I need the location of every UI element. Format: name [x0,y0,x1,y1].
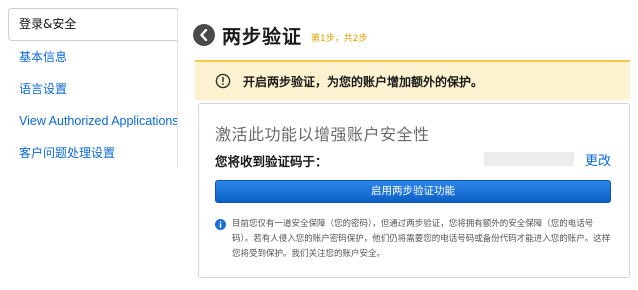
phone-number-value [484,152,574,166]
banner-text: 开启两步验证，为您的账户增加额外的保护。 [243,74,484,89]
sidebar-item-login-security[interactable]: 登录&安全 [8,8,178,41]
sidebar-item-customer-issue-settings[interactable]: 客户问题处理设置 [8,137,178,169]
sidebar-item-authorized-applications[interactable]: View Authorized Applications [8,105,179,137]
warning-banner: 开启两步验证，为您的账户增加额外的保护。 [195,60,630,100]
activation-card: 激活此功能以增强账户安全性 您将收到验证码于： 更改 启用两步验证功能 目前您仅… [198,103,630,278]
chevron-left-icon [200,29,208,41]
verification-code-label: 您将收到验证码于： [215,154,328,169]
card-title: 激活此功能以增强账户安全性 [215,125,430,144]
step-indicator: 第1步，共2步 [311,33,368,44]
sidebar-item-basic-info[interactable]: 基本信息 [8,41,178,73]
page-header: 两步验证 第1步，共2步 [193,22,367,48]
sidebar-item-language-settings[interactable]: 语言设置 [8,73,178,105]
sidebar: 登录&安全 基本信息 语言设置 View Authorized Applicat… [8,8,179,169]
info-text: 目前您仅有一道安全保障（您的密码），但通过两步验证，您将拥有额外的安全保障（您的… [232,219,611,259]
back-button[interactable] [193,24,215,46]
warning-circle-icon [215,73,231,89]
enable-two-step-button[interactable]: 启用两步验证功能 [215,180,611,203]
sidebar-divider [177,8,178,168]
page-title: 两步验证 [222,25,303,48]
change-link[interactable]: 更改 [585,150,611,169]
info-icon [215,219,226,230]
